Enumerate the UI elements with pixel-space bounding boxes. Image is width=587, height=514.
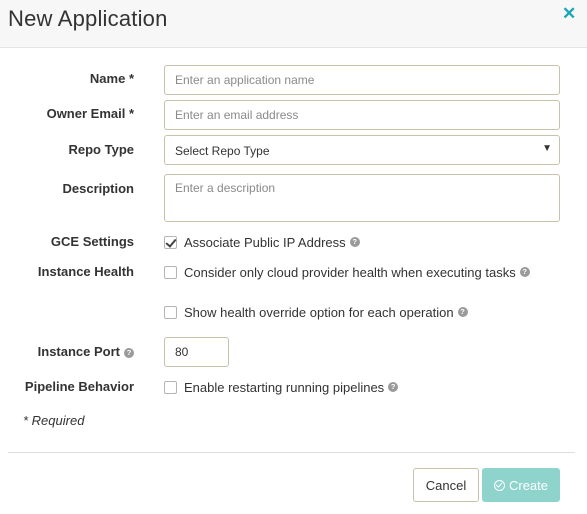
- cloud-provider-health-label: Consider only cloud provider health when…: [184, 264, 516, 280]
- check-circle-icon: [493, 479, 505, 491]
- help-icon[interactable]: ?: [457, 307, 468, 317]
- associate-public-ip-label: Associate Public IP Address: [184, 234, 346, 250]
- restart-pipelines-checkbox[interactable]: [164, 380, 177, 394]
- health-override-checkbox[interactable]: [164, 305, 177, 319]
- caret-down-icon: ▼: [542, 143, 552, 154]
- instance-health-row-1: Consider only cloud provider health when…: [164, 263, 530, 281]
- dialog-title: New Application: [8, 6, 168, 31]
- description-label: Description: [62, 181, 134, 196]
- close-icon[interactable]: ✕: [562, 4, 576, 24]
- repo-type-select[interactable]: Select Repo Type ▼: [164, 135, 560, 165]
- help-icon[interactable]: ?: [519, 267, 530, 277]
- gce-settings-row: Associate Public IP Address ?: [164, 233, 360, 251]
- description-input[interactable]: [164, 174, 560, 222]
- required-note: * Required: [23, 413, 85, 428]
- create-button[interactable]: Create: [482, 468, 560, 502]
- gce-settings-label: GCE Settings: [50, 234, 134, 249]
- help-icon[interactable]: ?: [124, 348, 134, 358]
- instance-port-label: Instance Port?: [0, 343, 134, 361]
- repo-type-label: Repo Type: [68, 142, 135, 157]
- name-label: Name *: [89, 71, 134, 86]
- restart-pipelines-label: Enable restarting running pipelines: [184, 379, 385, 395]
- footer-divider: [8, 452, 575, 453]
- instance-health-row-2: Show health override option for each ope…: [164, 303, 468, 321]
- cloud-provider-health-checkbox[interactable]: [164, 265, 177, 279]
- help-icon[interactable]: ?: [388, 382, 399, 392]
- pipeline-behavior-row: Enable restarting running pipelines ?: [164, 378, 399, 396]
- create-button-label: Create: [508, 477, 549, 493]
- associate-public-ip-checkbox[interactable]: [164, 235, 177, 249]
- cancel-button[interactable]: Cancel: [413, 468, 479, 502]
- instance-health-label: Instance Health: [37, 264, 134, 279]
- pipeline-behavior-label: Pipeline Behavior: [24, 379, 134, 394]
- repo-type-value: Select Repo Type: [175, 144, 270, 158]
- owner-email-label: Owner Email *: [46, 106, 134, 121]
- owner-email-input[interactable]: [164, 100, 560, 130]
- dialog-header: New Application ✕: [0, 0, 587, 48]
- help-icon[interactable]: ?: [349, 237, 360, 247]
- instance-port-input[interactable]: [164, 337, 229, 367]
- name-input[interactable]: [164, 65, 560, 95]
- instance-port-label-text: Instance Port: [37, 344, 120, 359]
- health-override-label: Show health override option for each ope…: [184, 304, 454, 320]
